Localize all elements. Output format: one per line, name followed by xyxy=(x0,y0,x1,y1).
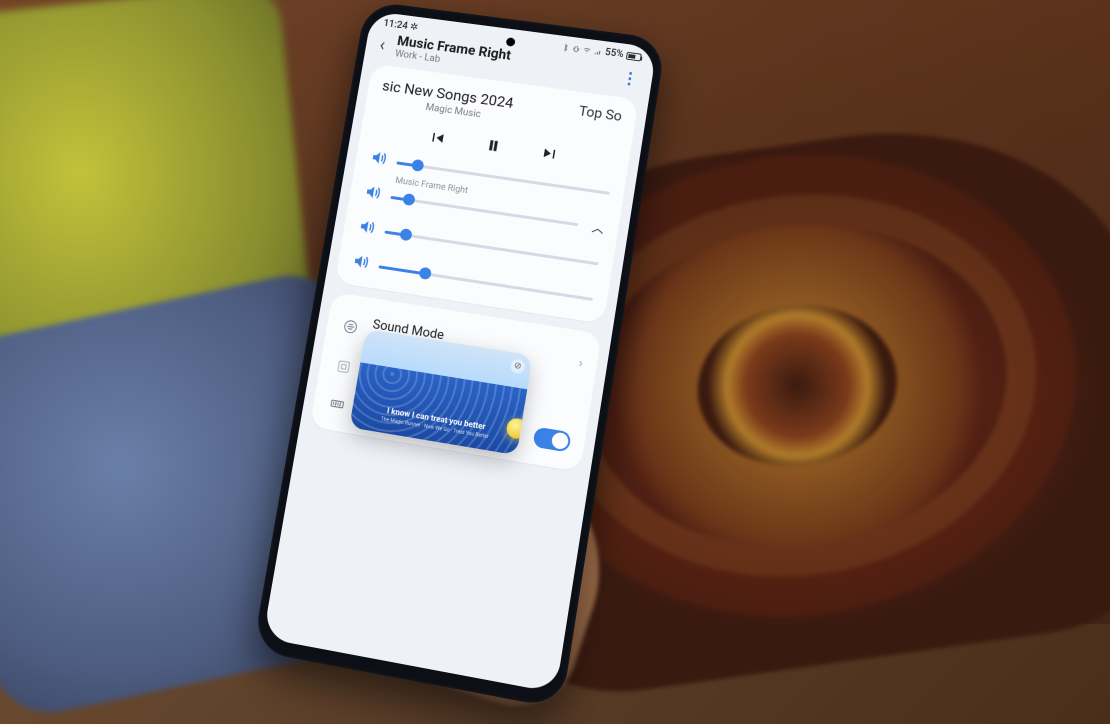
previous-button[interactable] xyxy=(426,127,449,149)
volume-icon xyxy=(368,148,389,171)
next-track-fragment: Top So xyxy=(572,103,623,125)
chip-close-button[interactable]: ⊘ xyxy=(510,359,526,375)
volume-slider[interactable] xyxy=(390,196,578,226)
vibrate-icon xyxy=(572,44,581,53)
skip-previous-icon xyxy=(427,128,447,148)
voice-amp-icon xyxy=(326,393,349,416)
chevron-right-icon: › xyxy=(577,356,583,372)
collapse-button[interactable]: ︿ xyxy=(591,218,606,236)
volume-icon xyxy=(362,183,383,207)
pause-icon xyxy=(483,136,503,156)
next-button[interactable] xyxy=(539,143,562,165)
sound-mode-icon xyxy=(339,316,362,339)
battery-icon xyxy=(626,51,642,61)
volume-icon xyxy=(356,217,377,241)
status-glyph: ✲ xyxy=(409,22,419,33)
now-playing-card: sic New Songs 2024 Magic Music Top So xyxy=(335,64,639,324)
more-menu-button[interactable]: ⋮ xyxy=(617,67,644,88)
pause-button[interactable] xyxy=(482,135,505,157)
volume-group: Music Frame Right ︿ xyxy=(350,148,611,310)
signal-icon xyxy=(594,47,603,56)
voice-amp-toggle[interactable] xyxy=(532,427,571,453)
settings-card: Sound Mode Adaptive Sound+ › SpaceFit So… xyxy=(309,292,601,472)
volume-slider[interactable] xyxy=(384,230,598,265)
volume-slider[interactable] xyxy=(378,265,593,301)
wifi-icon xyxy=(583,46,592,55)
spacefit-icon xyxy=(332,356,355,379)
volume-icon xyxy=(350,252,371,276)
skip-next-icon xyxy=(540,144,561,164)
clock: 11:24 xyxy=(383,18,409,31)
bluetooth-icon xyxy=(561,43,570,52)
battery-text: 55% xyxy=(604,47,624,60)
back-button[interactable]: ‹ xyxy=(374,32,391,57)
